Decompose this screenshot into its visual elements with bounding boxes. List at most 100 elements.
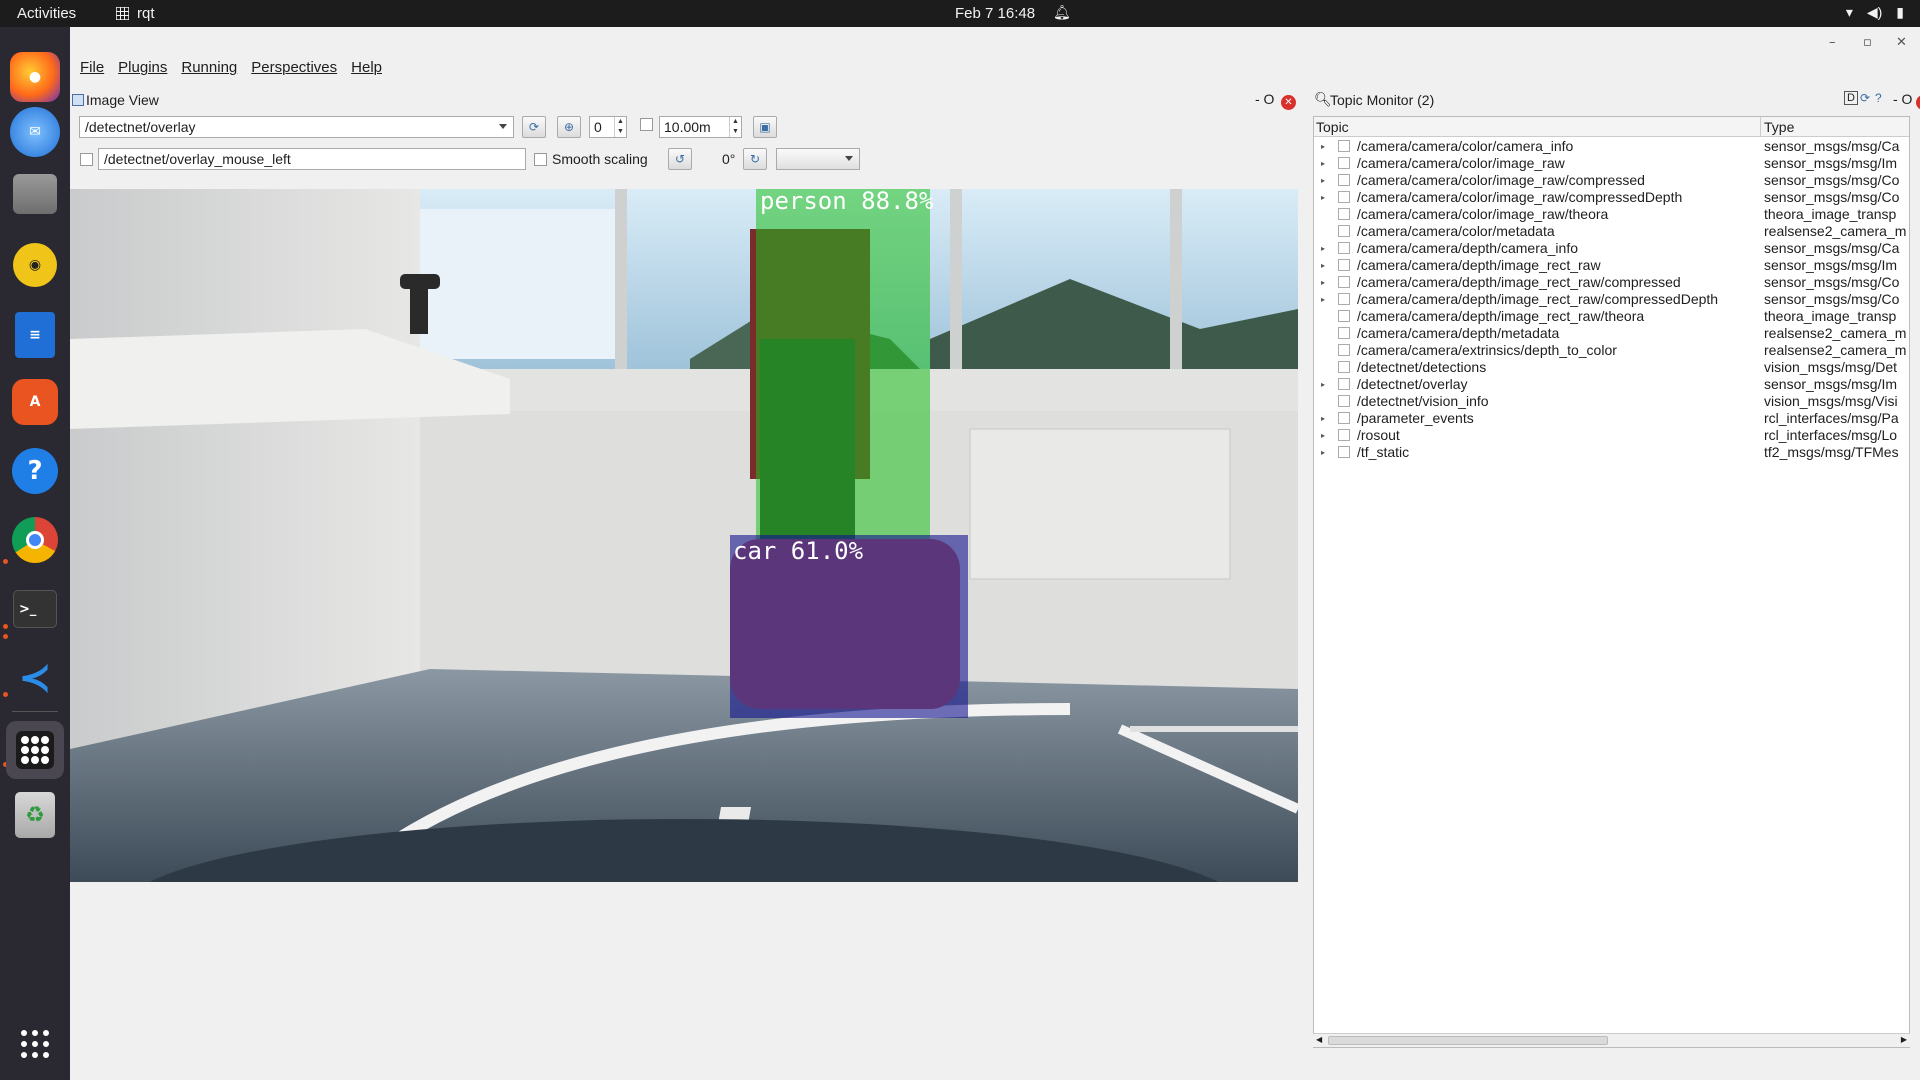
app-menu[interactable]: rqt — [116, 5, 155, 22]
trash-icon[interactable]: ♻ — [15, 792, 55, 838]
publish-click-checkbox[interactable] — [80, 153, 93, 166]
topic-checkbox[interactable] — [1338, 259, 1350, 271]
table-row[interactable]: /camera/camera/color/metadata realsense2_… — [1314, 223, 1909, 240]
topic-checkbox[interactable] — [1338, 276, 1350, 288]
expand-arrow-icon[interactable]: ▸ — [1321, 189, 1325, 206]
topic-checkbox[interactable] — [1338, 361, 1350, 373]
table-row[interactable]: ▸ /camera/camera/color/image_raw/compress… — [1314, 189, 1909, 206]
table-row[interactable]: /detectnet/vision_info vision_msgs/msg/Vi… — [1314, 393, 1909, 410]
scrollbar-thumb[interactable] — [1328, 1036, 1608, 1045]
menu-file[interactable]: File — [80, 59, 104, 83]
libreoffice-writer-icon[interactable]: ≡ — [15, 312, 55, 358]
clock[interactable]: Feb 7 16:48 — [955, 5, 1035, 22]
rotate-left-button[interactable]: ↺ — [668, 148, 692, 170]
topic-checkbox[interactable] — [1338, 395, 1350, 407]
table-row[interactable]: ▸ /camera/camera/color/image_raw sensor_ms… — [1314, 155, 1909, 172]
topic-checkbox[interactable] — [1338, 344, 1350, 356]
topic-checkbox[interactable] — [1338, 378, 1350, 390]
refresh-topics-button[interactable]: ⟳ — [522, 116, 546, 138]
terminal-icon[interactable]: >_ — [13, 590, 57, 628]
topic-checkbox[interactable] — [1338, 208, 1350, 220]
topic-checkbox[interactable] — [1338, 412, 1350, 424]
expand-arrow-icon[interactable]: ▸ — [1321, 138, 1325, 155]
activities-button[interactable]: Activities — [17, 5, 76, 22]
table-row[interactable]: ▸ /camera/camera/color/image_raw/compress… — [1314, 172, 1909, 189]
zoom-fit-button[interactable]: ⊕ — [557, 116, 581, 138]
topic-checkbox[interactable] — [1338, 327, 1350, 339]
expand-arrow-icon[interactable]: ▸ — [1321, 274, 1325, 291]
topic-checkbox[interactable] — [1338, 174, 1350, 186]
close-window-button[interactable]: ✕ — [1896, 35, 1907, 50]
firefox-icon[interactable]: ● — [10, 52, 60, 102]
topic-combo[interactable]: /detectnet/overlay — [79, 116, 514, 138]
app-center-icon[interactable]: A — [12, 379, 58, 425]
show-apps-icon[interactable] — [10, 1019, 60, 1069]
max-range-checkbox[interactable] — [640, 118, 653, 131]
topic-monitor-close-button[interactable]: ✕ — [1916, 92, 1920, 110]
menu-plugins[interactable]: Plugins — [118, 59, 167, 83]
colormap-combo[interactable] — [776, 148, 860, 170]
menu-running[interactable]: Running — [181, 59, 237, 83]
expand-arrow-icon[interactable]: ▸ — [1321, 155, 1325, 172]
scroll-right-icon[interactable]: ▶ — [1901, 1035, 1907, 1044]
help-icon[interactable]: ? — [12, 448, 58, 494]
max-value-spinbox[interactable]: 10.00m ▲ ▼ — [659, 116, 742, 138]
vscode-icon[interactable]: ≺ — [12, 655, 58, 701]
rhythmbox-icon[interactable]: ◉ — [13, 243, 57, 287]
topic-checkbox[interactable] — [1338, 191, 1350, 203]
table-row[interactable]: ▸ /camera/camera/depth/image_rect_raw/com… — [1314, 274, 1909, 291]
topic-checkbox[interactable] — [1338, 157, 1350, 169]
mouse-topic-field[interactable]: /detectnet/overlay_mouse_left — [98, 148, 526, 170]
min-value-spinbox[interactable]: 0 ▲ ▼ — [589, 116, 627, 138]
system-tray[interactable]: ▾ ◀) ▮ — [1846, 4, 1904, 21]
chrome-icon[interactable] — [12, 517, 58, 563]
image-view-pane-controls[interactable]: - O — [1255, 91, 1274, 107]
topic-checkbox[interactable] — [1338, 242, 1350, 254]
table-row[interactable]: ▸ /parameter_events rcl_interfaces/msg/Pa — [1314, 410, 1909, 427]
table-row[interactable]: ▸ /camera/camera/depth/image_rect_raw sens… — [1314, 257, 1909, 274]
camera-image[interactable]: person 88.8% car 61.0% — [70, 189, 1298, 882]
expand-arrow-icon[interactable]: ▸ — [1321, 172, 1325, 189]
table-row[interactable]: ▸ /camera/camera/depth/image_rect_raw/com… — [1314, 291, 1909, 308]
table-row[interactable]: ▸ /rosout rcl_interfaces/msg/Lo — [1314, 427, 1909, 444]
expand-arrow-icon[interactable]: ▸ — [1321, 291, 1325, 308]
horizontal-scrollbar[interactable]: ◀ ▶ — [1313, 1033, 1910, 1047]
table-row[interactable]: /camera/camera/depth/image_rect_raw/theo… — [1314, 308, 1909, 325]
help-d-icon[interactable]: D — [1844, 91, 1858, 105]
help-icon[interactable]: ? — [1875, 91, 1882, 105]
thunderbird-icon[interactable]: ✉ — [10, 107, 60, 157]
table-row[interactable]: /camera/camera/color/image_raw/theora the… — [1314, 206, 1909, 223]
topic-checkbox[interactable] — [1338, 225, 1350, 237]
minimize-button[interactable]: – — [1829, 35, 1836, 50]
files-icon[interactable] — [13, 174, 57, 214]
table-row[interactable]: /detectnet/detections vision_msgs/msg/Det — [1314, 359, 1909, 376]
smooth-scaling-checkbox[interactable] — [534, 153, 547, 166]
scroll-left-icon[interactable]: ◀ — [1316, 1035, 1322, 1044]
menu-perspectives[interactable]: Perspectives — [251, 59, 337, 83]
expand-arrow-icon[interactable]: ▸ — [1321, 257, 1325, 274]
topic-checkbox[interactable] — [1338, 293, 1350, 305]
rqt-icon[interactable] — [6, 721, 64, 779]
reload-icon[interactable]: ⟳ — [1860, 91, 1870, 105]
column-separator[interactable] — [1760, 117, 1761, 137]
expand-arrow-icon[interactable]: ▸ — [1321, 444, 1325, 461]
topic-monitor-pane-controls[interactable]: - O — [1893, 91, 1912, 107]
rotate-right-button[interactable]: ↻ — [743, 148, 767, 170]
topic-checkbox[interactable] — [1338, 140, 1350, 152]
image-view-close-button[interactable]: ✕ — [1281, 92, 1296, 110]
table-row[interactable]: ▸ /camera/camera/depth/camera_info sensor_… — [1314, 240, 1909, 257]
table-row[interactable]: /camera/camera/depth/metadata realsense2_… — [1314, 325, 1909, 342]
save-image-button[interactable]: ▣ — [753, 116, 777, 138]
maximize-button[interactable]: ▫ — [1863, 35, 1872, 50]
table-row[interactable]: /camera/camera/extrinsics/depth_to_color… — [1314, 342, 1909, 359]
expand-arrow-icon[interactable]: ▸ — [1321, 240, 1325, 257]
table-row[interactable]: ▸ /detectnet/overlay sensor_msgs/msg/Im — [1314, 376, 1909, 393]
topic-checkbox[interactable] — [1338, 429, 1350, 441]
expand-arrow-icon[interactable]: ▸ — [1321, 427, 1325, 444]
menu-help[interactable]: Help — [351, 59, 382, 83]
column-type-header[interactable]: Type — [1764, 119, 1794, 135]
table-row[interactable]: ▸ /tf_static tf2_msgs/msg/TFMes — [1314, 444, 1909, 461]
topic-checkbox[interactable] — [1338, 310, 1350, 322]
expand-arrow-icon[interactable]: ▸ — [1321, 376, 1325, 393]
table-row[interactable]: ▸ /camera/camera/color/camera_info sensor_… — [1314, 138, 1909, 155]
